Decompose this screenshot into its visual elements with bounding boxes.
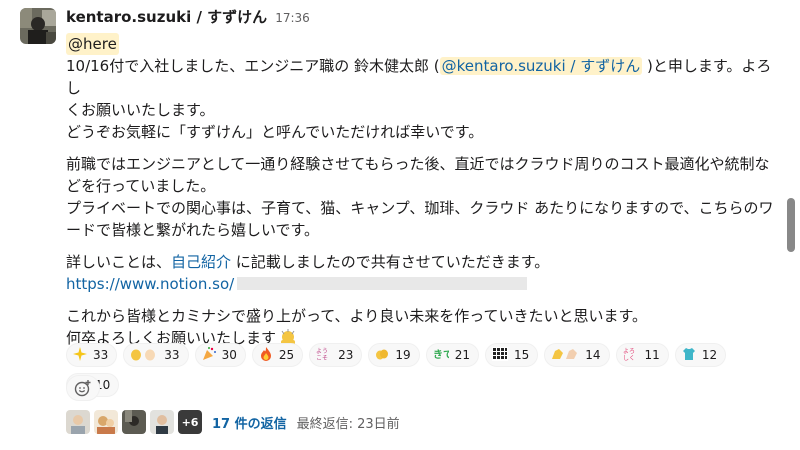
reaction-count: 25 — [278, 348, 295, 362]
text: プライベートでの関心事は、子育て、猫、キャンプ、珈琲、クラウド あたりになります… — [66, 199, 774, 217]
reply-avatar — [122, 410, 146, 434]
timestamp[interactable]: 17:36 — [275, 11, 310, 25]
reaction-count: 33 — [93, 348, 109, 362]
reaction-pill[interactable]: 30 — [194, 343, 246, 367]
here-mention[interactable]: @here — [66, 33, 119, 55]
text: くお願いいたします。 — [66, 101, 215, 119]
add-emoji-icon — [74, 380, 91, 397]
text: これから皆様とカミナシで盛り上がって、より良い未来を作っていきたいと思います。 — [66, 307, 647, 325]
svg-text:よろ: よろ — [623, 348, 635, 355]
add-reaction-button[interactable] — [66, 375, 100, 401]
svg-text:よう: よう — [316, 348, 328, 355]
text: 10/16付で入社しました、エンジニア職の 鈴木健太郎 ( — [66, 57, 440, 75]
reaction-count: 21 — [454, 348, 470, 362]
reaction-count: 14 — [585, 348, 601, 362]
paragraph-1: 10/16付で入社しました、エンジニア職の 鈴木健太郎 (@kentaro.su… — [66, 55, 774, 143]
reaction-pill[interactable]: 25 — [251, 343, 304, 367]
reaction-pill[interactable]: 14 — [544, 343, 610, 367]
text: に記載しましたので共有させていただきます。 — [231, 253, 550, 271]
reaction-count: 23 — [338, 348, 354, 362]
shirt-icon — [682, 347, 696, 364]
paragraph-2: 前職ではエンジニアとして一通り経験させてもらった後、直近ではクラウド周りのコスト… — [66, 153, 774, 241]
notion-url-link[interactable]: https://www.notion.so/ — [66, 275, 234, 293]
message-content: kentaro.suzuki / すずけん 17:36 @here 10/16付… — [66, 6, 774, 349]
reply-avatar — [66, 410, 90, 434]
self-intro-link[interactable]: 自己紹介 — [171, 253, 231, 271]
message: kentaro.suzuki / すずけん 17:36 @here 10/16付… — [0, 0, 795, 450]
reaction-count: 30 — [221, 348, 237, 362]
svg-text:こそ: こそ — [316, 355, 328, 361]
avatar[interactable] — [20, 8, 56, 44]
user-mention[interactable]: @kentaro.suzuki / すずけん — [439, 57, 643, 75]
grid-text-icon — [491, 346, 508, 364]
reaction-pill[interactable]: きて 21 — [425, 343, 479, 367]
reaction-pill[interactable]: 12 — [674, 343, 727, 367]
welcome-text-icon: よう こそ — [316, 347, 332, 364]
replies-count-link[interactable]: 17 件の返信 — [212, 413, 287, 432]
reaction-pill[interactable]: よう こそ 23 — [309, 343, 363, 367]
reaction-count: 19 — [395, 348, 411, 362]
paragraph-3: 詳しいことは、自己紹介 に記載しましたので共有させていただきます。 https:/… — [66, 251, 774, 295]
kite-text-icon: きて — [433, 347, 453, 364]
reaction-pill[interactable]: よろ しく 11 — [615, 343, 669, 367]
reaction-pill[interactable]: 19 — [368, 343, 420, 367]
text: どうぞお気軽に「すずけん」と呼んでいただければ幸いです。 — [66, 123, 484, 141]
reply-avatar — [94, 410, 118, 434]
svg-text:きて: きて — [433, 349, 449, 361]
thread-summary[interactable]: +6 17 件の返信 最終返信: 23日前 — [66, 408, 400, 436]
muscle-icon — [551, 347, 579, 364]
reaction-count: 11 — [644, 348, 660, 362]
text: どを行っていました。 — [66, 177, 216, 195]
svg-text:しく: しく — [623, 355, 635, 361]
party-popper-icon — [202, 346, 216, 364]
clap-icon — [130, 347, 158, 364]
reaction-count: 12 — [701, 348, 718, 362]
reaction-pill[interactable]: 33 — [66, 343, 118, 367]
reply-avatar — [150, 410, 174, 434]
username[interactable]: kentaro.suzuki / すずけん — [66, 6, 267, 27]
reaction-count: 33 — [164, 348, 180, 362]
text: ードで皆様と繋がれたら嬉しいです。 — [66, 221, 320, 239]
reactions-bar: 33 33 30 25 よう こそ 23 19 きて 21 15 14 よろ しく 11 12 10 — [66, 343, 786, 403]
scrollbar-thumb[interactable] — [787, 198, 795, 252]
fire-icon — [259, 346, 273, 364]
yoroshiku-icon: よろ しく — [623, 347, 639, 364]
reaction-pill[interactable]: 33 — [123, 343, 189, 367]
more-repliers-count: +6 — [178, 410, 202, 434]
text: 詳しいことは、 — [66, 253, 172, 271]
redacted-url — [237, 277, 528, 290]
last-reply-time: 最終返信: 23日前 — [296, 416, 400, 432]
reaction-pill[interactable]: 15 — [484, 343, 539, 367]
text: 前職ではエンジニアとして一通り経験させてもらった後、直近ではクラウド周りのコスト… — [66, 155, 770, 173]
sparkles-icon — [73, 346, 87, 364]
reaction-count: 15 — [513, 348, 530, 362]
clap-small-icon — [375, 347, 389, 364]
